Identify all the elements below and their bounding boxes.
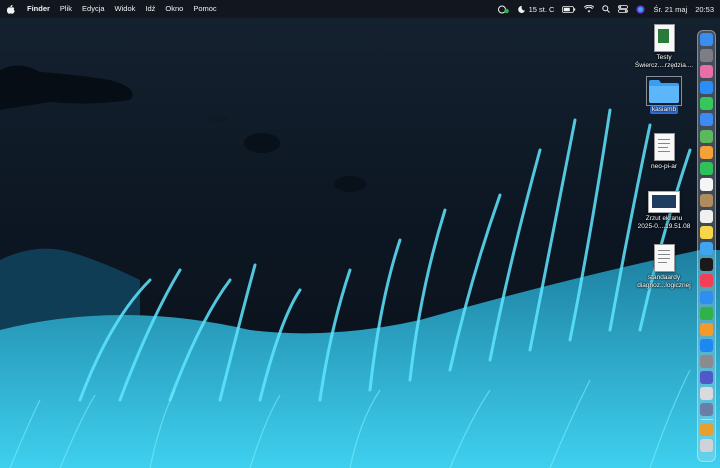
launchpad-icon[interactable]	[700, 49, 713, 63]
siri-icon[interactable]	[636, 5, 645, 14]
desktop-item-label: kasiamb	[649, 106, 679, 114]
folder-icon	[646, 76, 682, 106]
desktop-item-testy[interactable]: Testy Świercz....rzędzia....	[632, 24, 696, 70]
photos-icon[interactable]	[700, 145, 713, 159]
keynote-icon[interactable]	[700, 290, 713, 304]
desktop-item-neo-pi-ar[interactable]: neo-pi-ar	[632, 133, 696, 171]
settings-icon[interactable]	[700, 354, 713, 368]
menu-edycja[interactable]: Edycja	[77, 0, 110, 18]
app-store-icon[interactable]	[700, 338, 713, 352]
moon-cloud-icon	[517, 5, 525, 13]
music-icon[interactable]	[700, 274, 713, 288]
maps-icon[interactable]	[700, 129, 713, 143]
weather-widget[interactable]: 15 st. C	[517, 4, 555, 14]
control-center-icon[interactable]	[618, 5, 629, 13]
contacts-icon[interactable]	[700, 193, 713, 207]
menu-plik[interactable]: Plik	[55, 0, 77, 18]
trash-icon[interactable]	[700, 439, 713, 453]
battery-icon[interactable]	[562, 5, 576, 13]
notes-icon[interactable]	[700, 226, 713, 240]
document-icon	[653, 133, 675, 161]
desktop-item-label: Zrzut ekranu 2025-0....19.51.08	[637, 215, 691, 230]
menubar-date[interactable]: Śr. 21 maj	[653, 5, 687, 14]
messages-icon[interactable]	[700, 97, 713, 111]
apple-tv-icon[interactable]	[700, 258, 713, 272]
apple-menu-icon[interactable]	[0, 4, 22, 14]
menubar-time[interactable]: 20:53	[695, 5, 714, 14]
document-icon	[653, 24, 675, 52]
menu-bar: Finder Plik Edycja Widok Idź Okno Pomoc …	[0, 0, 720, 18]
desktop-item-label: standaardy diagnoz...logicznej	[637, 274, 691, 289]
menu-app-name[interactable]: Finder	[22, 0, 55, 18]
desktop-wallpaper	[0, 0, 720, 468]
facetime-icon[interactable]	[700, 161, 713, 175]
menu-widok[interactable]: Widok	[110, 0, 141, 18]
sync-status-icon[interactable]	[497, 5, 509, 14]
desktop-item-zrzut-ekranu[interactable]: Zrzut ekranu 2025-0....19.51.08	[632, 191, 696, 231]
mail-icon[interactable]	[700, 113, 713, 127]
calendar-icon[interactable]	[700, 177, 713, 191]
reminders-icon[interactable]	[700, 210, 713, 224]
spotlight-search-icon[interactable]	[602, 5, 611, 13]
numbers-icon[interactable]	[700, 306, 713, 320]
screenshot-icon	[648, 191, 680, 213]
teams-icon[interactable]	[700, 370, 713, 384]
safari-icon[interactable]	[700, 81, 713, 95]
preview-icon[interactable]	[700, 403, 713, 417]
finder-icon[interactable]	[700, 33, 713, 46]
desktop-item-label: Testy Świercz....rzędzia....	[634, 54, 694, 69]
archive-icon[interactable]	[700, 423, 713, 437]
desktop-item-kasiamb[interactable]: kasiamb	[632, 76, 696, 114]
wifi-icon[interactable]	[584, 5, 595, 13]
dock	[697, 30, 716, 462]
menu-okno[interactable]: Okno	[160, 0, 188, 18]
freeform-icon[interactable]	[700, 242, 713, 256]
script-editor-icon[interactable]	[700, 387, 713, 401]
apps-grid-icon[interactable]	[700, 65, 713, 79]
weather-temperature: 15 st. C	[528, 4, 555, 14]
dock-separator	[700, 419, 713, 421]
pages-icon[interactable]	[700, 322, 713, 336]
desktop-item-standaardy[interactable]: standaardy diagnoz...logicznej	[632, 244, 696, 290]
desktop-item-label: neo-pi-ar	[650, 163, 677, 170]
menu-pomoc[interactable]: Pomoc	[188, 0, 221, 18]
menu-idz[interactable]: Idź	[140, 0, 160, 18]
document-icon	[653, 244, 675, 272]
